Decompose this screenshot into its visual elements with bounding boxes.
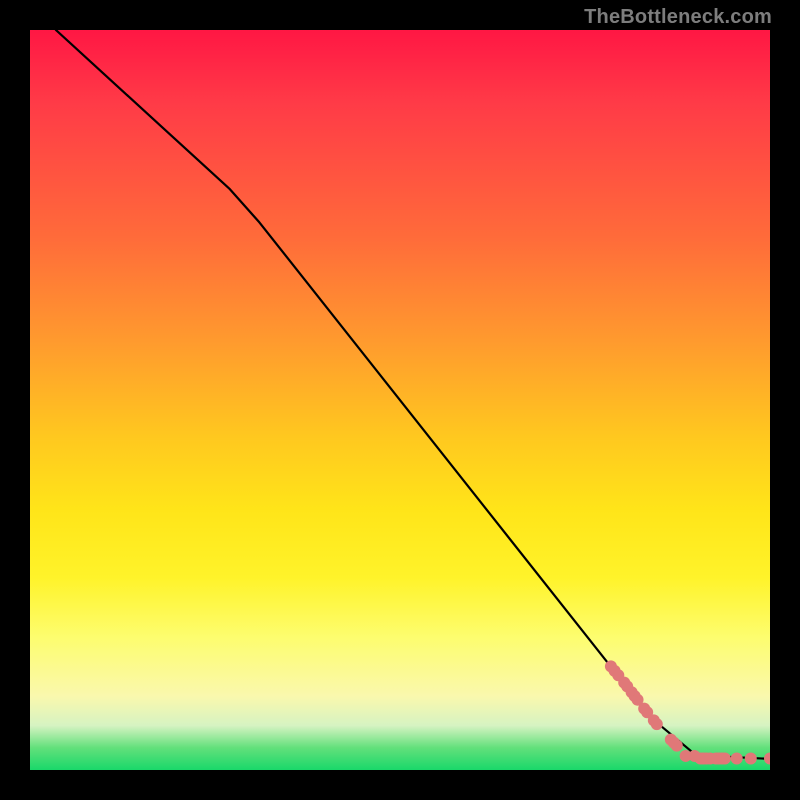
chart-frame: TheBottleneck.com: [0, 0, 800, 800]
data-marker: [731, 753, 743, 765]
data-marker: [764, 753, 770, 765]
watermark-text: TheBottleneck.com: [584, 6, 772, 29]
curve-line: [56, 30, 770, 759]
chart-overlay: [30, 30, 770, 770]
data-marker: [671, 740, 683, 752]
data-marker: [651, 718, 663, 730]
plot-area: [30, 30, 770, 770]
data-marker: [745, 753, 757, 765]
data-marker: [719, 753, 731, 765]
